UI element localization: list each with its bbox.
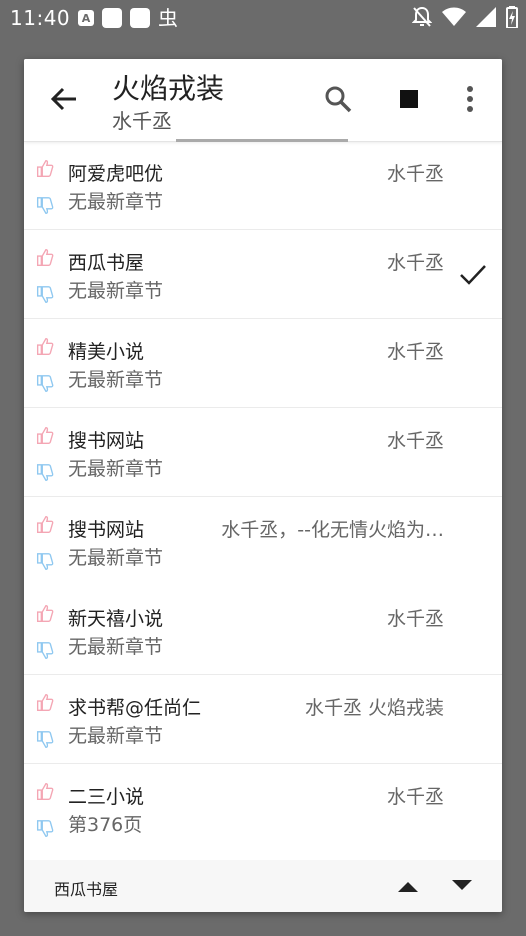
thumb-up-icon[interactable] [34,335,56,357]
source-row[interactable]: 搜书网站 无最新章节 水千丞，--化无情火焰为… [24,497,502,586]
thumb-down-icon[interactable] [34,818,56,840]
thumb-down-icon[interactable] [34,195,56,217]
search-progress-bar [176,139,348,142]
book-author: 水千丞 [112,109,172,133]
square-icon [102,8,122,28]
change-source-dialog: 火焰戎装 水千丞 阿爱虎吧优 无最新章节 水千丞 西瓜书屋 无最新章节 水千丞 … [24,59,502,912]
latest-chapter: 无最新章节 [68,369,164,391]
thumb-down-icon[interactable] [34,462,56,484]
status-left-icons: A 虫 [78,8,178,28]
source-row[interactable]: 求书帮@任尚仁 无最新章节 水千丞 火焰戎装 [24,675,502,764]
latest-chapter: 无最新章节 [68,547,164,569]
book-title: 火焰戎装 [112,72,225,105]
latest-chapter: 无最新章节 [68,191,164,213]
dialog-toolbar: 火焰戎装 水千丞 [24,59,502,142]
source-name: 搜书网站 [68,430,145,452]
bug-icon: 虫 [158,6,178,30]
thumb-down-icon[interactable] [34,284,56,306]
dialog-footer: 西瓜书屋 [24,860,502,912]
thumb-up-icon[interactable] [34,157,56,179]
thumb-up-icon[interactable] [34,424,56,446]
source-name: 二三小说 [68,786,145,808]
source-author: 水千丞 [386,430,444,452]
source-row[interactable]: 搜书网站 无最新章节 水千丞 [24,408,502,497]
wifi-icon [442,7,466,26]
thumb-up-icon[interactable] [34,780,56,802]
thumb-up-icon[interactable] [34,513,56,535]
latest-chapter: 无最新章节 [68,458,164,480]
square-icon [130,8,150,28]
source-row[interactable]: 新天禧小说 无最新章节 水千丞 [24,586,502,675]
notifications-off-icon [412,6,432,27]
source-name: 新天禧小说 [68,608,164,630]
source-author: 水千丞 [386,786,444,808]
source-row[interactable]: 精美小说 无最新章节 水千丞 [24,319,502,408]
text-icon: A [78,10,94,26]
thumb-down-icon[interactable] [34,640,56,662]
search-icon[interactable] [322,83,354,115]
stop-icon[interactable] [397,87,421,111]
source-author: 水千丞 火焰戎装 [304,697,444,719]
source-author: 水千丞 [386,163,444,185]
thumb-down-icon[interactable] [34,551,56,573]
latest-chapter: 无最新章节 [68,725,164,747]
more-vert-icon[interactable] [458,83,482,115]
source-list: 阿爱虎吧优 无最新章节 水千丞 西瓜书屋 无最新章节 水千丞 精美小说 无最新章… [24,141,502,853]
source-row[interactable]: 西瓜书屋 无最新章节 水千丞 [24,230,502,319]
thumb-up-icon[interactable] [34,691,56,713]
signal-icon [476,7,496,27]
source-row[interactable]: 阿爱虎吧优 无最新章节 水千丞 [24,141,502,230]
source-name: 阿爱虎吧优 [68,163,164,185]
source-author: 水千丞 [386,252,444,274]
scroll-up-icon[interactable] [396,878,420,894]
source-row[interactable]: 二三小说 第376页 水千丞 [24,764,502,853]
thumb-up-icon[interactable] [34,602,56,624]
battery-charging-icon [506,6,518,28]
latest-chapter: 第376页 [68,814,143,836]
thumb-down-icon[interactable] [34,373,56,395]
source-name: 搜书网站 [68,519,145,541]
latest-chapter: 无最新章节 [68,280,164,302]
back-arrow-icon[interactable] [48,83,80,115]
current-source-label: 西瓜书屋 [54,880,119,899]
source-name: 求书帮@任尚仁 [68,697,202,719]
status-right-icons [412,6,518,28]
latest-chapter: 无最新章节 [68,636,164,658]
scroll-down-icon[interactable] [450,878,474,894]
source-name: 精美小说 [68,341,145,363]
status-bar: 11:40 A 虫 [0,0,526,36]
thumb-down-icon[interactable] [34,729,56,751]
source-author: 水千丞，--化无情火焰为… [221,519,444,541]
thumb-up-icon[interactable] [34,246,56,268]
checkmark-icon [460,265,486,285]
source-author: 水千丞 [386,608,444,630]
source-name: 西瓜书屋 [68,252,145,274]
status-time: 11:40 [10,6,71,30]
source-author: 水千丞 [386,341,444,363]
